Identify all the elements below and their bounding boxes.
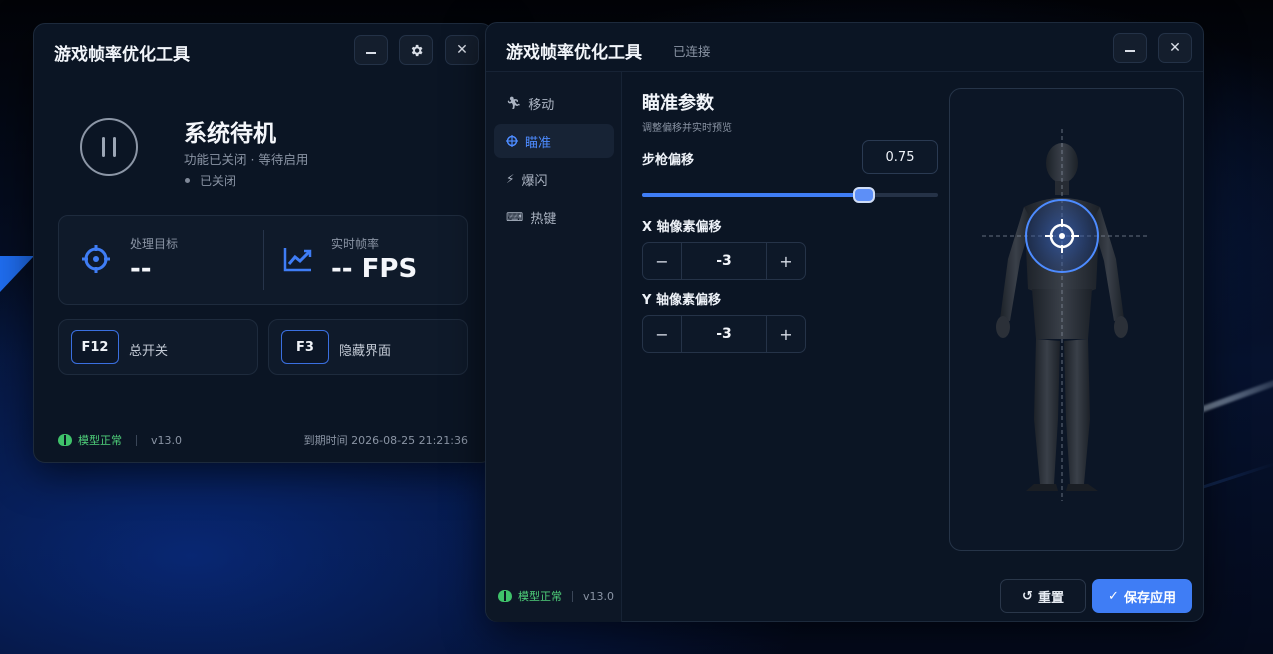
nav-item-hotkeys[interactable]: ⌨ 热键 xyxy=(494,200,614,234)
hotkey-card-toggle[interactable]: F12 总开关 xyxy=(58,319,258,375)
y-increment-button[interactable]: + xyxy=(767,316,805,352)
expiry-label: 到期时间 2026-08-25 21:21:36 xyxy=(303,434,468,447)
section-title: 瞄准参数 xyxy=(642,93,714,114)
check-icon: ✓ xyxy=(1108,588,1119,604)
x-offset-value[interactable]: -3 xyxy=(681,243,767,279)
status-dot xyxy=(185,178,190,183)
y-offset-value[interactable]: -3 xyxy=(681,316,767,352)
model-status-label: 模型正常 xyxy=(78,434,122,447)
y-offset-stepper: − -3 + xyxy=(642,315,806,353)
window-title: 游戏帧率优化工具 xyxy=(54,45,190,65)
nav-item-move[interactable]: 🏃︎ 移动 xyxy=(494,86,614,120)
rifle-offset-input[interactable]: 0.75 xyxy=(862,140,938,174)
status-state: 已关闭 xyxy=(185,172,236,189)
trend-chart-icon xyxy=(283,248,312,272)
hotkey-key: F3 xyxy=(281,330,329,364)
pause-icon[interactable] xyxy=(80,118,138,176)
keyboard-icon: ⌨ xyxy=(506,210,524,224)
close-button[interactable]: ✕ xyxy=(1158,33,1192,63)
crosshair-icon xyxy=(506,135,518,147)
section-subtitle: 调整偏移并实时预览 xyxy=(642,123,732,134)
nav-label: 移动 xyxy=(528,97,555,113)
connection-status: 已连接 xyxy=(673,44,711,59)
divider xyxy=(572,590,573,602)
nav-item-aim[interactable]: 瞄准 xyxy=(494,124,614,158)
settings-window: 游戏帧率优化工具 已连接 ✕ 🏃︎ 移动 瞄准 ⚡︎ 爆闪 ⌨ 热键 模型正常 … xyxy=(485,22,1204,622)
nav-label: 爆闪 xyxy=(521,173,548,189)
aim-preview xyxy=(949,88,1184,551)
reset-icon: ↺ xyxy=(1022,588,1033,604)
window-title: 游戏帧率优化工具 xyxy=(506,43,642,63)
close-icon: ✕ xyxy=(1169,40,1181,56)
hotkey-card-hide[interactable]: F3 隐藏界面 xyxy=(268,319,468,375)
status-state-label: 已关闭 xyxy=(200,174,237,188)
sidebar: 🏃︎ 移动 瞄准 ⚡︎ 爆闪 ⌨ 热键 模型正常 v13.0 xyxy=(486,72,622,622)
reset-label: 重置 xyxy=(1037,590,1064,606)
save-label: 保存应用 xyxy=(1123,590,1176,606)
nav-label: 瞄准 xyxy=(525,135,552,151)
y-offset-label: Y 轴像素偏移 xyxy=(642,293,721,308)
hotkey-label: 总开关 xyxy=(129,344,169,359)
fps-label: 实时帧率 xyxy=(331,237,380,251)
settings-button[interactable] xyxy=(399,35,433,65)
stats-card: 处理目标 -- 实时帧率 -- FPS xyxy=(58,215,468,305)
brain-icon xyxy=(58,434,72,446)
fps-value: -- FPS xyxy=(331,254,418,284)
x-offset-stepper: − -3 + xyxy=(642,242,806,280)
desktop-logo-fragment xyxy=(0,256,34,292)
version-label: v13.0 xyxy=(151,433,183,447)
status-title: 系统待机 xyxy=(184,121,276,147)
target-label: 处理目标 xyxy=(130,237,179,251)
y-decrement-button[interactable]: − xyxy=(643,316,681,352)
close-icon: ✕ xyxy=(456,42,468,58)
gear-icon xyxy=(411,44,422,56)
hotkey-label: 隐藏界面 xyxy=(339,344,392,359)
reset-button[interactable]: ↺ 重置 xyxy=(1000,579,1086,613)
target-value: -- xyxy=(130,254,152,284)
x-increment-button[interactable]: + xyxy=(767,243,805,279)
figure-preview-illustration xyxy=(982,129,1148,501)
model-status: 模型正常 v13.0 xyxy=(58,432,182,448)
main-window: 游戏帧率优化工具 ✕ 系统待机 功能已关闭 · 等待启用 已关闭 处理目标 --… xyxy=(33,23,493,463)
model-status: 模型正常 v13.0 xyxy=(498,588,614,604)
x-decrement-button[interactable]: − xyxy=(643,243,681,279)
nav-item-flash[interactable]: ⚡︎ 爆闪 xyxy=(494,162,614,196)
save-apply-button[interactable]: ✓ 保存应用 xyxy=(1092,579,1192,613)
hotkey-key: F12 xyxy=(71,330,119,364)
rifle-offset-slider[interactable] xyxy=(642,187,938,203)
model-status-label: 模型正常 xyxy=(518,590,562,603)
version-label: v13.0 xyxy=(583,589,615,603)
rifle-offset-label: 步枪偏移 xyxy=(642,153,695,168)
run-icon: 🏃︎ xyxy=(506,96,522,110)
divider xyxy=(136,434,137,446)
crosshair-icon xyxy=(82,245,110,273)
x-offset-label: X 轴像素偏移 xyxy=(642,220,722,235)
flash-icon: ⚡︎ xyxy=(506,172,515,186)
status-subtitle: 功能已关闭 · 等待启用 xyxy=(184,152,309,167)
minimize-button[interactable] xyxy=(354,35,388,65)
close-button[interactable]: ✕ xyxy=(445,35,479,65)
minimize-button[interactable] xyxy=(1113,33,1147,63)
divider xyxy=(263,230,264,290)
brain-icon xyxy=(498,590,512,602)
slider-thumb[interactable] xyxy=(853,187,875,203)
nav-label: 热键 xyxy=(530,211,557,227)
slider-fill xyxy=(642,193,864,197)
